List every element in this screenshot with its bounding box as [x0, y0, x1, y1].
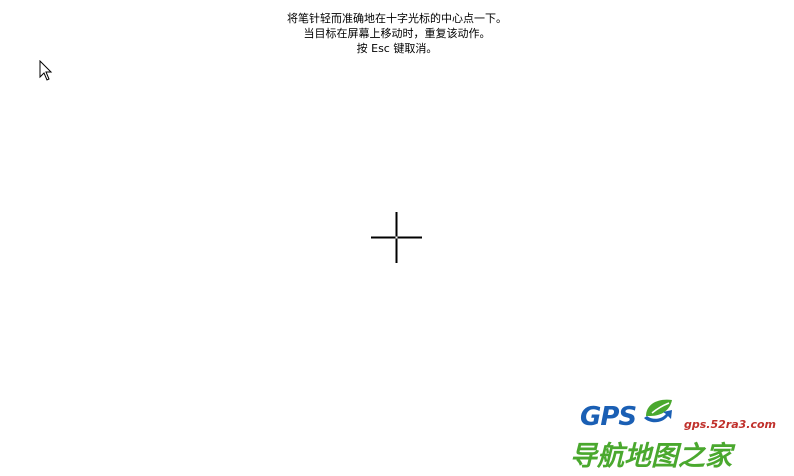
instruction-line-2: 当目标在屏幕上移动时，重复该动作。	[303, 27, 491, 40]
site-watermark: GPS gps.52ra3.com 导航地图之家	[568, 394, 790, 472]
leaf-arrow-icon	[644, 399, 672, 423]
calibration-instructions: 将笔针轻而准确地在十字光标的中心点一下。 当目标在屏幕上移动时，重复该动作。 按…	[0, 11, 794, 56]
brand-name: 导航地图之家	[570, 441, 732, 472]
site-url: gps.52ra3.com	[684, 418, 777, 431]
watermark-logo-row: GPS gps.52ra3.com	[580, 396, 790, 434]
arrow-cursor-icon	[39, 60, 53, 81]
instruction-line-3: 按 Esc 键取消。	[356, 42, 438, 55]
gps-logo-text: GPS	[580, 402, 637, 432]
instruction-line-1: 将笔针轻而准确地在十字光标的中心点一下。	[287, 12, 507, 25]
crosshair-target-icon[interactable]	[371, 212, 422, 263]
